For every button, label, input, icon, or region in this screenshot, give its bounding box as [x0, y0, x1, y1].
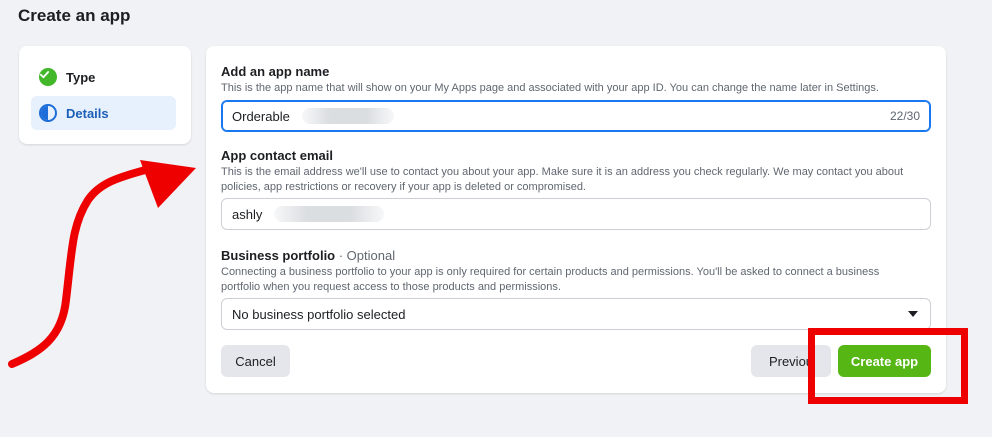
page-title: Create an app [18, 6, 131, 25]
step-details[interactable]: Details [31, 96, 176, 130]
half-circle-icon [39, 104, 57, 122]
contact-email-input[interactable]: ashly [221, 198, 931, 230]
chevron-down-icon [908, 311, 918, 317]
business-portfolio-value: No business portfolio selected [232, 306, 406, 322]
cancel-button[interactable]: Cancel [221, 345, 290, 377]
contact-email-help: This is the email address we'll use to c… [221, 166, 904, 193]
app-name-label: Add an app name [221, 64, 330, 79]
step-label: Type [66, 69, 96, 85]
business-portfolio-select[interactable]: No business portfolio selected [221, 298, 931, 330]
annotation-highlight-box [808, 328, 968, 404]
step-label: Details [66, 105, 109, 121]
redacted-text [301, 108, 394, 124]
business-portfolio-title: Business portfolio [221, 248, 336, 263]
app-name-value: Orderable [232, 108, 290, 124]
contact-email-label: App contact email [221, 148, 333, 163]
redacted-text [274, 206, 385, 222]
business-portfolio-label: Business portfolio · Optional [221, 248, 395, 263]
optional-tag: · Optional [335, 248, 396, 263]
app-name-help: This is the app name that will show on y… [221, 82, 879, 94]
check-circle-icon [39, 68, 57, 86]
char-counter: 22/30 [889, 109, 920, 123]
app-name-input[interactable]: Orderable 22/30 [221, 100, 931, 132]
business-portfolio-help: Connecting a business portfolio to your … [221, 266, 880, 293]
steps-panel: Type Details [19, 46, 191, 144]
contact-email-value: ashly [232, 206, 263, 222]
step-type[interactable]: Type [31, 60, 176, 94]
